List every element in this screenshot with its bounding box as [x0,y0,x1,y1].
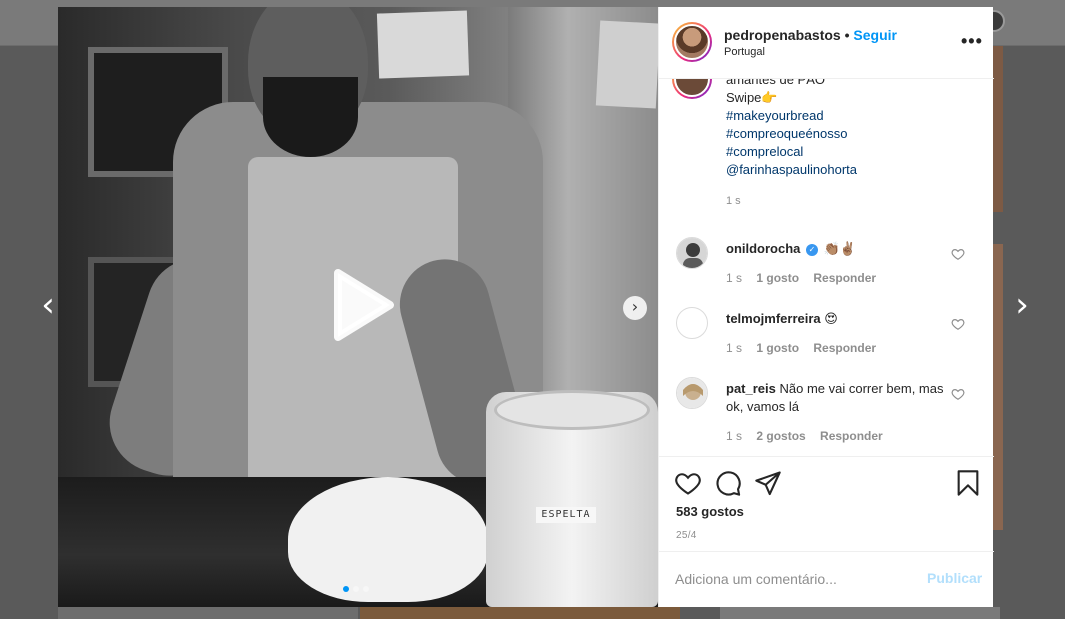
dough-image [288,477,488,602]
background-post-tile [720,607,1000,619]
previous-post-arrow-icon[interactable]: ‹ [36,288,60,322]
carousel-dots [343,586,369,592]
comment-item: telmojmferreira 😍 1 s 1 gosto Responder [659,307,994,377]
hashtag-link[interactable]: #compreoqueénosso [726,125,857,143]
comment-input[interactable] [675,567,915,591]
jar-label: ESPELTA [536,507,596,523]
comment-meta: 1 s 1 gosto Responder [726,271,887,285]
background-post-tile [993,244,1003,530]
carousel-dot [353,586,359,592]
caption-line: Swipe👉 [726,90,778,105]
person-beard-image [263,77,358,157]
comments-list[interactable]: amantes de PÃO Swipe👉 #makeyourbread #co… [659,79,994,457]
background-post-tile [993,46,1003,212]
commenter-avatar[interactable] [676,237,708,269]
comment-heart-icon[interactable] [951,247,965,261]
comment-timestamp: 1 s [726,271,743,285]
background-post-tile [360,607,680,619]
comment-heart-icon[interactable] [951,387,965,401]
verified-badge-icon: ✓ [806,243,819,256]
play-icon[interactable] [330,269,394,341]
post-header: pedropenabastos • Seguir Portugal ••• [659,7,994,79]
carousel-next-icon[interactable]: › [623,296,647,320]
post-location[interactable]: Portugal [724,46,765,58]
comment-item: pat_reis Não me vai correr bem, mas ok, … [659,377,994,456]
reply-button[interactable]: Responder [820,429,883,443]
comment-likes[interactable]: 1 gosto [756,341,799,355]
paper-notice-image [376,10,470,79]
publish-button[interactable]: Publicar [927,570,982,586]
reply-button[interactable]: Responder [813,341,876,355]
comment-likes[interactable]: 2 gostos [756,429,805,443]
commenter-username[interactable]: telmojmferreira [726,311,821,326]
mention-link[interactable]: @farinhaspaulinohorta [726,161,857,179]
commenter-username[interactable]: pat_reis [726,381,776,396]
author-avatar[interactable] [672,22,712,62]
comment-icon[interactable] [714,469,742,497]
background-post-tile [58,607,358,619]
header-separator: • [844,27,850,43]
reply-button[interactable]: Responder [813,271,876,285]
add-comment-bar: Publicar [659,551,994,607]
hashtag-link[interactable]: #comprelocal [726,143,857,161]
post-caption: amantes de PÃO Swipe👉 #makeyourbread #co… [726,79,857,179]
heart-icon[interactable] [674,469,702,497]
post-date: 25/4 [676,530,697,541]
next-post-arrow-icon[interactable]: › [1010,288,1034,322]
commenter-avatar[interactable] [676,377,708,409]
comment-likes[interactable]: 1 gosto [756,271,799,285]
hashtag-link[interactable]: #makeyourbread [726,107,857,125]
post-actions: 583 gostos 25/4 Publicar [659,457,994,607]
paper-notice-image [595,20,658,109]
comment-timestamp: 1 s [726,429,743,443]
comment-meta: 1 s 1 gosto Responder [726,341,887,355]
caption-line: amantes de PÃO [726,79,825,87]
comment-timestamp: 1 s [726,341,743,355]
bookmark-icon[interactable] [954,469,982,497]
commenter-username[interactable]: onildorocha [726,241,800,256]
author-username[interactable]: pedropenabastos [724,27,841,43]
caption-timestamp: 1 s [726,195,741,207]
likes-count[interactable]: 583 gostos [676,504,744,519]
share-icon[interactable] [754,469,782,497]
comment-text: 😍 [824,311,838,326]
carousel-dot [343,586,349,592]
comment-text: 👏🏽✌🏽 [823,241,857,256]
comment-item: onildorocha ✓ 👏🏽✌🏽 1 s 1 gosto Responder [659,237,994,307]
follow-button[interactable]: Seguir [853,27,897,43]
post-media[interactable]: ESPELTA › [58,7,658,607]
commenter-avatar[interactable] [676,307,708,339]
comment-meta: 1 s 2 gostos Responder [726,429,894,443]
carousel-dot [363,586,369,592]
ellipsis-icon[interactable]: ••• [961,32,983,50]
comment-heart-icon[interactable] [951,317,965,331]
jar-lid-image [494,390,650,430]
post-details-panel: pedropenabastos • Seguir Portugal ••• am… [658,7,994,607]
caption-avatar[interactable] [672,79,712,99]
